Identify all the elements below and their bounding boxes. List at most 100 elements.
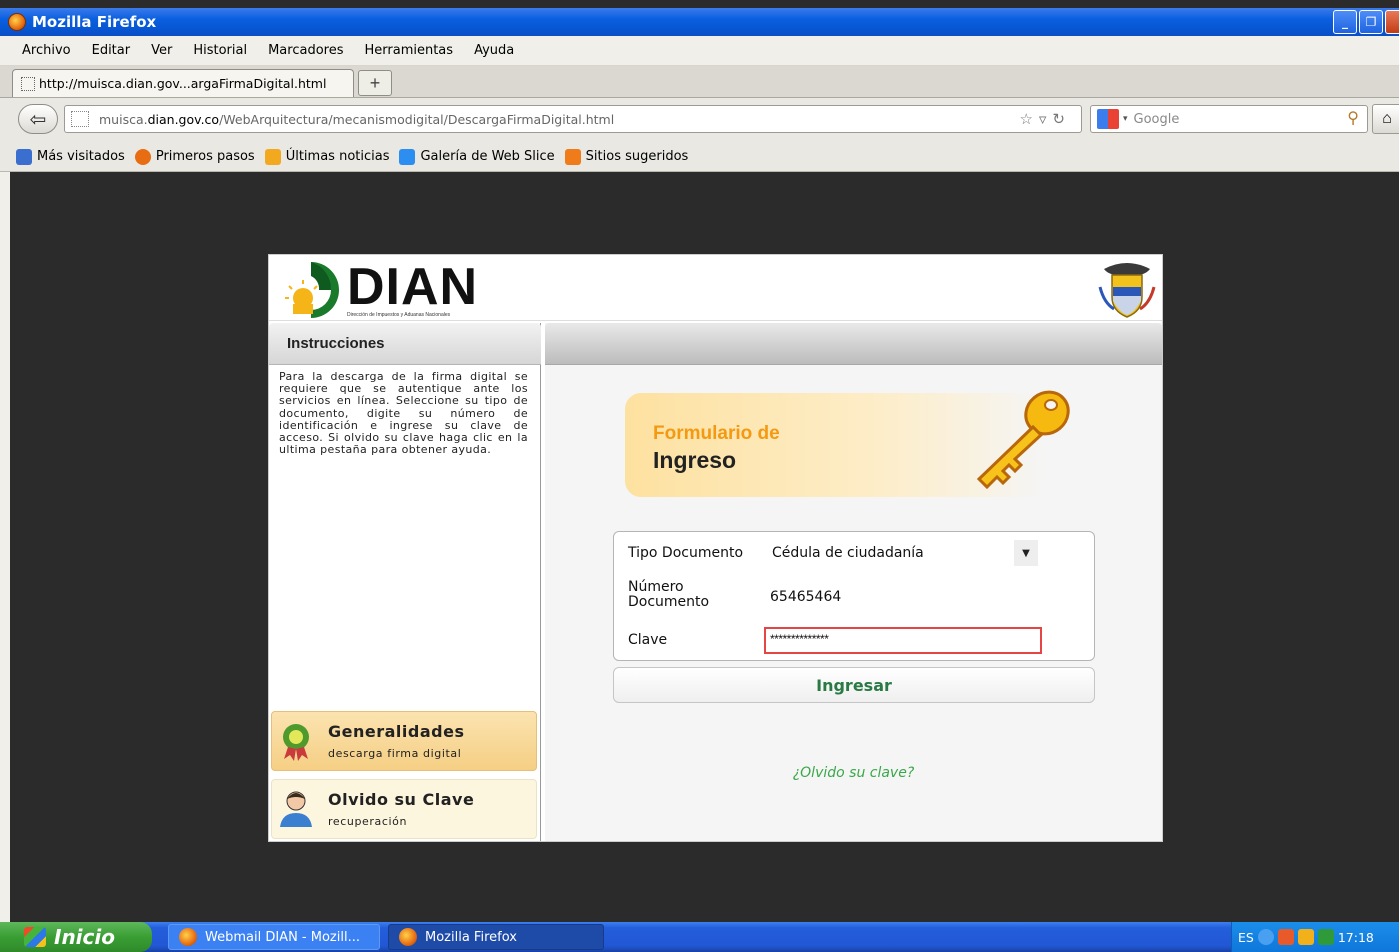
- search-icon[interactable]: ⚲: [1347, 108, 1359, 127]
- clave-password-input[interactable]: **************: [764, 627, 1042, 654]
- award-badge-icon: [283, 724, 309, 761]
- clock: 17:18: [1337, 929, 1374, 945]
- windows-logo-icon: [24, 927, 46, 947]
- dian-logo-subtitle: Dirección de Impuestos y Aduanas Naciona…: [347, 312, 451, 318]
- history-dropdown-icon[interactable]: ▿: [1039, 110, 1053, 128]
- taskbar-item-firefox[interactable]: Mozilla Firefox: [388, 924, 604, 950]
- menu-ayuda[interactable]: Ayuda: [474, 43, 514, 58]
- tipo-documento-value: Cédula de ciudadanía: [772, 545, 924, 561]
- reload-icon[interactable]: ↻: [1052, 110, 1071, 128]
- tray-security-icon[interactable]: [1297, 929, 1314, 945]
- new-tab-button[interactable]: +: [358, 70, 392, 96]
- page-favicon-icon: [21, 76, 35, 91]
- colombia-coat-of-arms-icon: [1098, 263, 1156, 318]
- start-button[interactable]: Inicio: [0, 922, 152, 952]
- window-controls: _ ❐: [1333, 10, 1399, 34]
- window-left-border: [0, 172, 10, 922]
- forgot-password-link[interactable]: ¿Olvido su clave?: [545, 765, 1162, 781]
- taskbar-item-label: Mozilla Firefox: [425, 929, 517, 945]
- instructions-text: Para la descarga de la firma digital se …: [279, 370, 528, 457]
- chevron-down-icon[interactable]: ▼: [1014, 540, 1038, 566]
- url-prefix: muisca.: [99, 111, 148, 127]
- taskbar-item-label: Webmail DIAN - Mozill...: [205, 929, 360, 945]
- tray-arrow-icon[interactable]: [1257, 929, 1274, 945]
- close-button[interactable]: [1385, 10, 1399, 34]
- bookmark-label: Últimas noticias: [285, 149, 390, 164]
- menu-archivo[interactable]: Archivo: [22, 43, 71, 58]
- windows-taskbar: Inicio Webmail DIAN - Mozill... Mozilla …: [0, 922, 1399, 952]
- url-action-icons: ☆▿↻: [1019, 110, 1071, 128]
- bookmark-latest-news[interactable]: Últimas noticias: [264, 148, 390, 165]
- tray-antivirus-icon[interactable]: [1317, 929, 1334, 945]
- form-header-bar: [545, 323, 1162, 365]
- system-tray: ES 17:18: [1231, 922, 1399, 952]
- bookmark-label: Primeros pasos: [155, 149, 255, 164]
- google-search-engine-icon[interactable]: [1097, 109, 1119, 129]
- menu-ver[interactable]: Ver: [151, 43, 172, 58]
- dian-login-panel: DIAN Dirección de Impuestos y Aduanas Na…: [268, 254, 1163, 842]
- numero-documento-field[interactable]: 65465464: [770, 589, 841, 605]
- dian-logo-text: DIAN: [347, 258, 479, 316]
- firefox-icon: [399, 928, 417, 946]
- sidebar-item-subtitle: recuperación: [328, 815, 408, 828]
- window-title: Mozilla Firefox: [32, 13, 157, 31]
- bookmark-getting-started[interactable]: Primeros pasos: [134, 148, 255, 165]
- menu-bar: Archivo Editar Ver Historial Marcadores …: [0, 36, 1399, 66]
- screen-top-edge: [0, 0, 1399, 8]
- clave-label: Clave: [628, 632, 668, 648]
- numero-documento-label: Número Documento: [628, 579, 710, 610]
- instructions-header: Instrucciones: [269, 323, 541, 365]
- menu-historial[interactable]: Historial: [193, 43, 247, 58]
- bookmark-label: Más visitados: [37, 149, 125, 164]
- sidebar-item-subtitle: descarga firma digital: [328, 747, 462, 760]
- sidebar-item-title: Generalidades: [328, 722, 465, 741]
- firefox-icon: [8, 13, 26, 31]
- bookmark-web-slice-gallery[interactable]: Galería de Web Slice: [399, 148, 555, 165]
- back-arrow-icon: ⇦: [29, 108, 47, 131]
- window-titlebar[interactable]: Mozilla Firefox _ ❐: [0, 8, 1399, 36]
- bookmark-star-icon[interactable]: ☆: [1019, 110, 1038, 128]
- engine-dropdown-icon[interactable]: ▾: [1123, 114, 1128, 124]
- login-form-column: Formulario de Ingreso Tipo Documento Céd…: [545, 323, 1162, 841]
- firefox-icon: [134, 148, 151, 165]
- home-icon: ⌂: [1382, 110, 1392, 127]
- search-placeholder: Google: [1133, 111, 1180, 127]
- navigation-bar: ⇦ muisca. dian.gov.co/WebArquitectura/mec…: [0, 98, 1399, 142]
- firefox-icon: [179, 928, 197, 946]
- menu-marcadores[interactable]: Marcadores: [268, 43, 343, 58]
- rss-icon: [264, 148, 281, 165]
- ingresar-button[interactable]: Ingresar: [613, 667, 1095, 703]
- bookmarks-toolbar: Más visitados Primeros pasos Últimas not…: [0, 142, 1399, 172]
- tipo-documento-label: Tipo Documento: [628, 545, 744, 561]
- home-button[interactable]: ⌂: [1372, 104, 1399, 134]
- banner-title-line1: Formulario de: [653, 423, 780, 444]
- dian-logo-icon: [285, 262, 339, 318]
- menu-herramientas[interactable]: Herramientas: [365, 43, 454, 58]
- sidebar-item-olvido-clave[interactable]: Olvido su Clave recuperación: [271, 779, 537, 839]
- language-indicator[interactable]: ES: [1238, 930, 1254, 945]
- instructions-column: Instrucciones Para la descarga de la fir…: [269, 323, 541, 841]
- back-button[interactable]: ⇦: [18, 104, 58, 134]
- restore-button[interactable]: ❐: [1359, 10, 1383, 34]
- tab-current[interactable]: http://muisca.dian.gov...argaFirmaDigita…: [12, 69, 354, 97]
- web-slice-icon: [399, 148, 416, 165]
- bookmark-label: Sitios sugeridos: [585, 149, 689, 164]
- tray-app-icon[interactable]: [1277, 929, 1294, 945]
- taskbar-item-webmail[interactable]: Webmail DIAN - Mozill...: [168, 924, 380, 950]
- search-bar[interactable]: ▾ Google ⚲: [1090, 105, 1368, 133]
- url-path: /WebArquitectura/mecanismodigital/Descar…: [219, 111, 615, 127]
- tab-bar: http://muisca.dian.gov...argaFirmaDigita…: [0, 66, 1399, 98]
- user-icon: [280, 791, 312, 827]
- menu-editar[interactable]: Editar: [92, 43, 131, 58]
- bookmark-most-visited[interactable]: Más visitados: [16, 148, 125, 165]
- banner-title-line2: Ingreso: [653, 447, 737, 473]
- minimize-button[interactable]: _: [1333, 10, 1357, 34]
- site-identity-icon[interactable]: [71, 111, 89, 127]
- tipo-documento-select[interactable]: Cédula de ciudadanía ▼: [764, 540, 1038, 566]
- start-label: Inicio: [54, 925, 115, 949]
- url-bar[interactable]: muisca. dian.gov.co/WebArquitectura/mecan…: [64, 105, 1082, 133]
- key-icon: [976, 390, 1070, 490]
- sidebar-item-generalidades[interactable]: Generalidades descarga firma digital: [271, 711, 537, 771]
- suggested-sites-icon: [564, 148, 581, 165]
- bookmark-suggested-sites[interactable]: Sitios sugeridos: [564, 148, 689, 165]
